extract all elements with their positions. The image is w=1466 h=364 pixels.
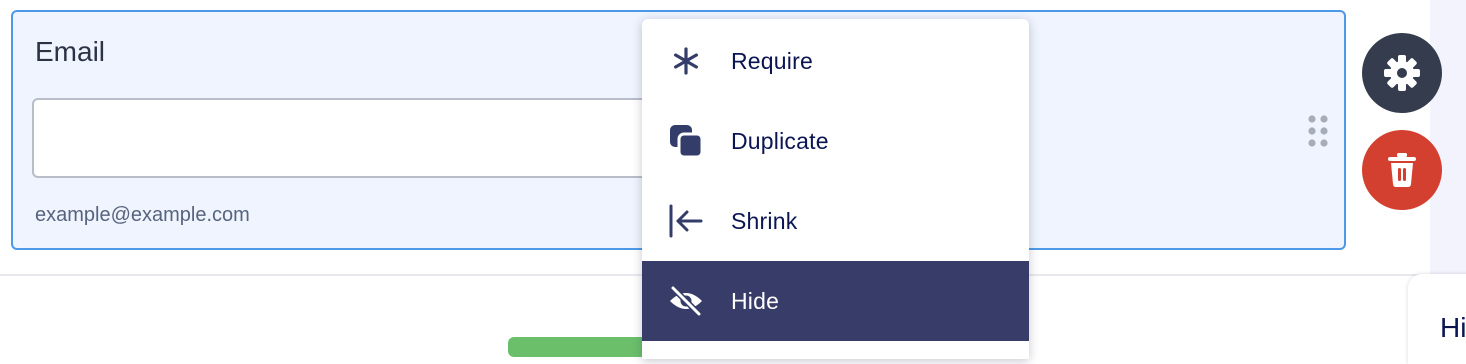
delete-button[interactable] <box>1362 130 1442 210</box>
asterisk-icon <box>673 47 698 75</box>
side-panel-text: Hi <box>1440 312 1466 343</box>
menu-item-hide[interactable]: Hide <box>642 261 1029 341</box>
email-input[interactable] <box>32 98 656 178</box>
trash-icon <box>1388 153 1416 187</box>
shrink-icon <box>669 204 703 238</box>
eye-off-icon <box>670 285 702 317</box>
field-hint: example@example.com <box>35 204 250 226</box>
menu-item-duplicate[interactable]: Duplicate <box>642 101 1029 181</box>
field-context-menu: Require Duplicate Shrink Hide <box>642 19 1029 359</box>
menu-item-require[interactable]: Require <box>642 21 1029 101</box>
submit-button[interactable] <box>508 337 648 357</box>
gear-icon <box>1384 55 1420 91</box>
settings-button[interactable] <box>1362 33 1442 113</box>
field-label: Email <box>35 36 106 67</box>
drag-handle-icon[interactable] <box>1307 114 1329 148</box>
menu-item-label: Hide <box>731 288 780 314</box>
menu-item-label: Shrink <box>731 208 798 234</box>
duplicate-icon <box>670 125 704 159</box>
menu-item-shrink[interactable]: Shrink <box>642 181 1029 261</box>
side-panel-card[interactable]: Hi <box>1408 274 1466 364</box>
menu-item-label: Duplicate <box>731 128 829 154</box>
menu-item-label: Require <box>731 48 813 74</box>
